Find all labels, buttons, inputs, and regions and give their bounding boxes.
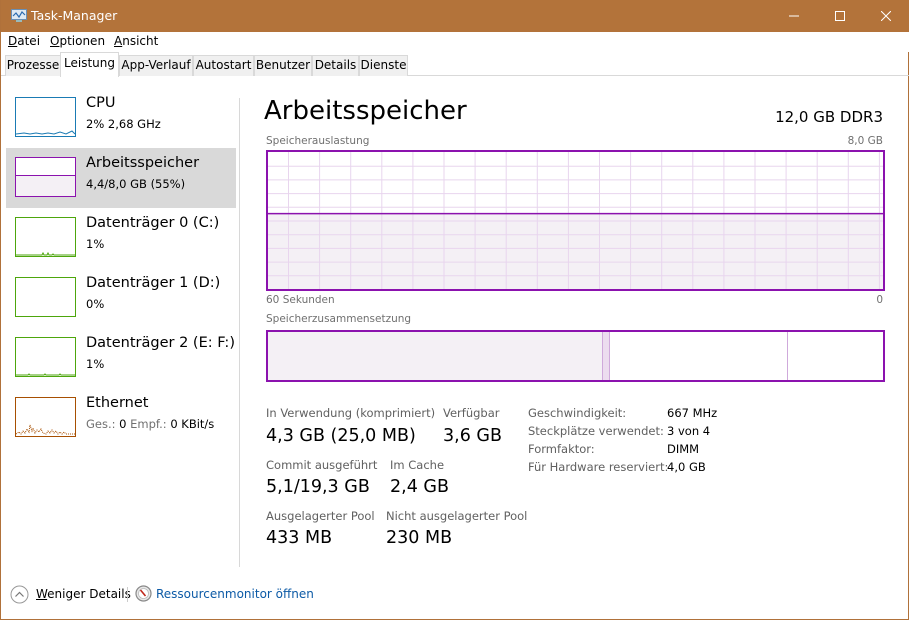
tab-prozesse[interactable]: Prozesse <box>5 55 61 76</box>
commit-value: 5,1/19,3 GB <box>266 477 370 497</box>
minimize-button[interactable] <box>771 0 817 32</box>
disk2-sparkline <box>16 373 75 376</box>
disk0-subtitle: 1% <box>86 237 105 251</box>
composition-segment-modified <box>603 332 610 380</box>
sidebar-item-disk-0[interactable]: Datenträger 0 (C:) 1% <box>6 208 236 268</box>
composition-segment-free <box>787 332 883 380</box>
slots-label: Steckplätze verwendet: <box>528 424 664 438</box>
usage-graph-max-label: 8,0 GB <box>847 135 883 147</box>
memory-spec: 12,0 GB DDR3 <box>775 108 883 126</box>
sidebar-separator <box>239 98 240 567</box>
tab-leistung[interactable]: Leistung <box>60 52 119 77</box>
graph-time-left-label: 60 Sekunden <box>266 294 335 306</box>
open-resource-monitor-link[interactable]: Ressourcenmonitor öffnen <box>156 587 314 601</box>
cpu-sparkline <box>15 130 76 135</box>
memory-composition-bar <box>266 330 885 382</box>
disk1-subtitle: 0% <box>86 297 105 311</box>
ethernet-thumbnail-graph <box>15 397 76 437</box>
composition-segment-standby <box>609 332 788 380</box>
disk2-thumbnail-graph <box>15 337 76 377</box>
tab-app-verlauf[interactable]: App-Verlauf <box>119 55 193 76</box>
footer: Weniger Details Ressourcenmonitor öffnen <box>1 580 909 610</box>
usage-graph-label: Speicherauslastung <box>266 135 370 147</box>
memory-thumbnail-graph <box>15 157 76 197</box>
menu-bar: Datei Optionen Ansicht <box>1 32 909 52</box>
speed-label: Geschwindigkeit: <box>528 406 627 420</box>
composition-label: Speicherzusammensetzung <box>266 313 412 325</box>
cpu-title: CPU <box>86 95 116 111</box>
disk1-thumbnail-graph <box>15 277 76 317</box>
usage-area-fill <box>268 213 883 289</box>
ethernet-subtitle: Ges.: 0 Empf.: 0 KBit/s <box>86 417 215 431</box>
menu-ansicht[interactable]: Ansicht <box>114 34 158 48</box>
footer-separator <box>127 587 128 602</box>
memory-subtitle: 4,4/8,0 GB (55%) <box>86 177 186 191</box>
maximize-button[interactable] <box>817 0 863 32</box>
disk0-thumbnail-graph <box>15 217 76 257</box>
memory-title: Arbeitsspeicher <box>86 155 200 171</box>
nonpaged-pool-value: 230 MB <box>386 528 453 548</box>
ethernet-title: Ethernet <box>86 395 149 411</box>
form-factor-label: Formfaktor: <box>528 442 595 456</box>
close-icon <box>881 11 891 21</box>
task-manager-icon <box>11 9 27 22</box>
tab-bar: Prozesse Leistung App-Verlauf Autostart … <box>1 52 909 77</box>
paged-pool-label: Ausgelagerter Pool <box>266 509 375 523</box>
window-title: Task-Manager <box>31 8 118 23</box>
speed-value: 667 MHz <box>667 406 718 420</box>
ethernet-sparkline <box>15 424 75 435</box>
memory-usage-graph <box>266 150 885 291</box>
less-details-button[interactable]: Weniger Details <box>36 587 131 601</box>
form-factor-value: DIMM <box>667 442 700 456</box>
nonpaged-pool-label: Nicht ausgelagerter Pool <box>386 509 528 523</box>
sidebar-item-ethernet[interactable]: Ethernet Ges.: 0 Empf.: 0 KBit/s <box>6 388 236 448</box>
sidebar-item-cpu[interactable]: CPU 2% 2,68 GHz <box>6 88 236 148</box>
tab-dienste[interactable]: Dienste <box>359 55 408 76</box>
close-button[interactable] <box>863 0 909 32</box>
chevron-up-circle-icon[interactable] <box>10 585 29 604</box>
composition-segment-in-use <box>268 332 604 380</box>
memory-usage-chart <box>268 152 883 289</box>
disk0-sparkline <box>16 251 75 256</box>
menu-optionen[interactable]: Optionen <box>50 34 105 48</box>
in-use-label: In Verwendung (komprimiert) <box>266 406 436 420</box>
memory-thumbnail-fill <box>16 175 75 196</box>
in-use-value: 4,3 GB (25,0 MB) <box>266 426 416 446</box>
menu-datei[interactable]: Datei <box>8 34 40 48</box>
sidebar-item-disk-2[interactable]: Datenträger 2 (E: F:) 1% <box>6 328 236 388</box>
disk0-title: Datenträger 0 (C:) <box>86 215 220 231</box>
task-manager-window: Task-Manager Datei Optionen Ansicht Proz… <box>0 0 909 620</box>
paged-pool-value: 433 MB <box>266 528 333 548</box>
available-value: 3,6 GB <box>443 426 502 446</box>
maximize-icon <box>835 11 845 21</box>
cache-label: Im Cache <box>390 458 445 472</box>
available-label: Verfügbar <box>443 406 500 420</box>
resource-monitor-icon <box>135 585 152 602</box>
cpu-subtitle: 2% 2,68 GHz <box>86 117 161 131</box>
tab-autostart[interactable]: Autostart <box>193 55 254 76</box>
page-title: Arbeitsspeicher <box>264 96 467 126</box>
disk2-title: Datenträger 2 (E: F:) <box>86 335 235 351</box>
hardware-reserved-label: Für Hardware reserviert: <box>528 460 669 474</box>
slots-value: 3 von 4 <box>667 424 711 438</box>
disk1-title: Datenträger 1 (D:) <box>86 275 221 291</box>
cache-value: 2,4 GB <box>390 477 449 497</box>
sidebar-item-disk-1[interactable]: Datenträger 1 (D:) 0% <box>6 268 236 328</box>
hardware-reserved-value: 4,0 GB <box>667 460 706 474</box>
sidebar-item-memory[interactable]: Arbeitsspeicher 4,4/8,0 GB (55%) <box>6 148 236 208</box>
graph-time-right-label: 0 <box>876 294 883 306</box>
cpu-thumbnail-graph <box>15 97 76 137</box>
commit-label: Commit ausgeführt <box>266 458 378 472</box>
disk2-subtitle: 1% <box>86 357 105 371</box>
tab-details[interactable]: Details <box>312 55 359 76</box>
minimize-icon <box>789 15 799 17</box>
title-bar: Task-Manager <box>1 0 909 32</box>
tab-benutzer[interactable]: Benutzer <box>254 55 312 76</box>
